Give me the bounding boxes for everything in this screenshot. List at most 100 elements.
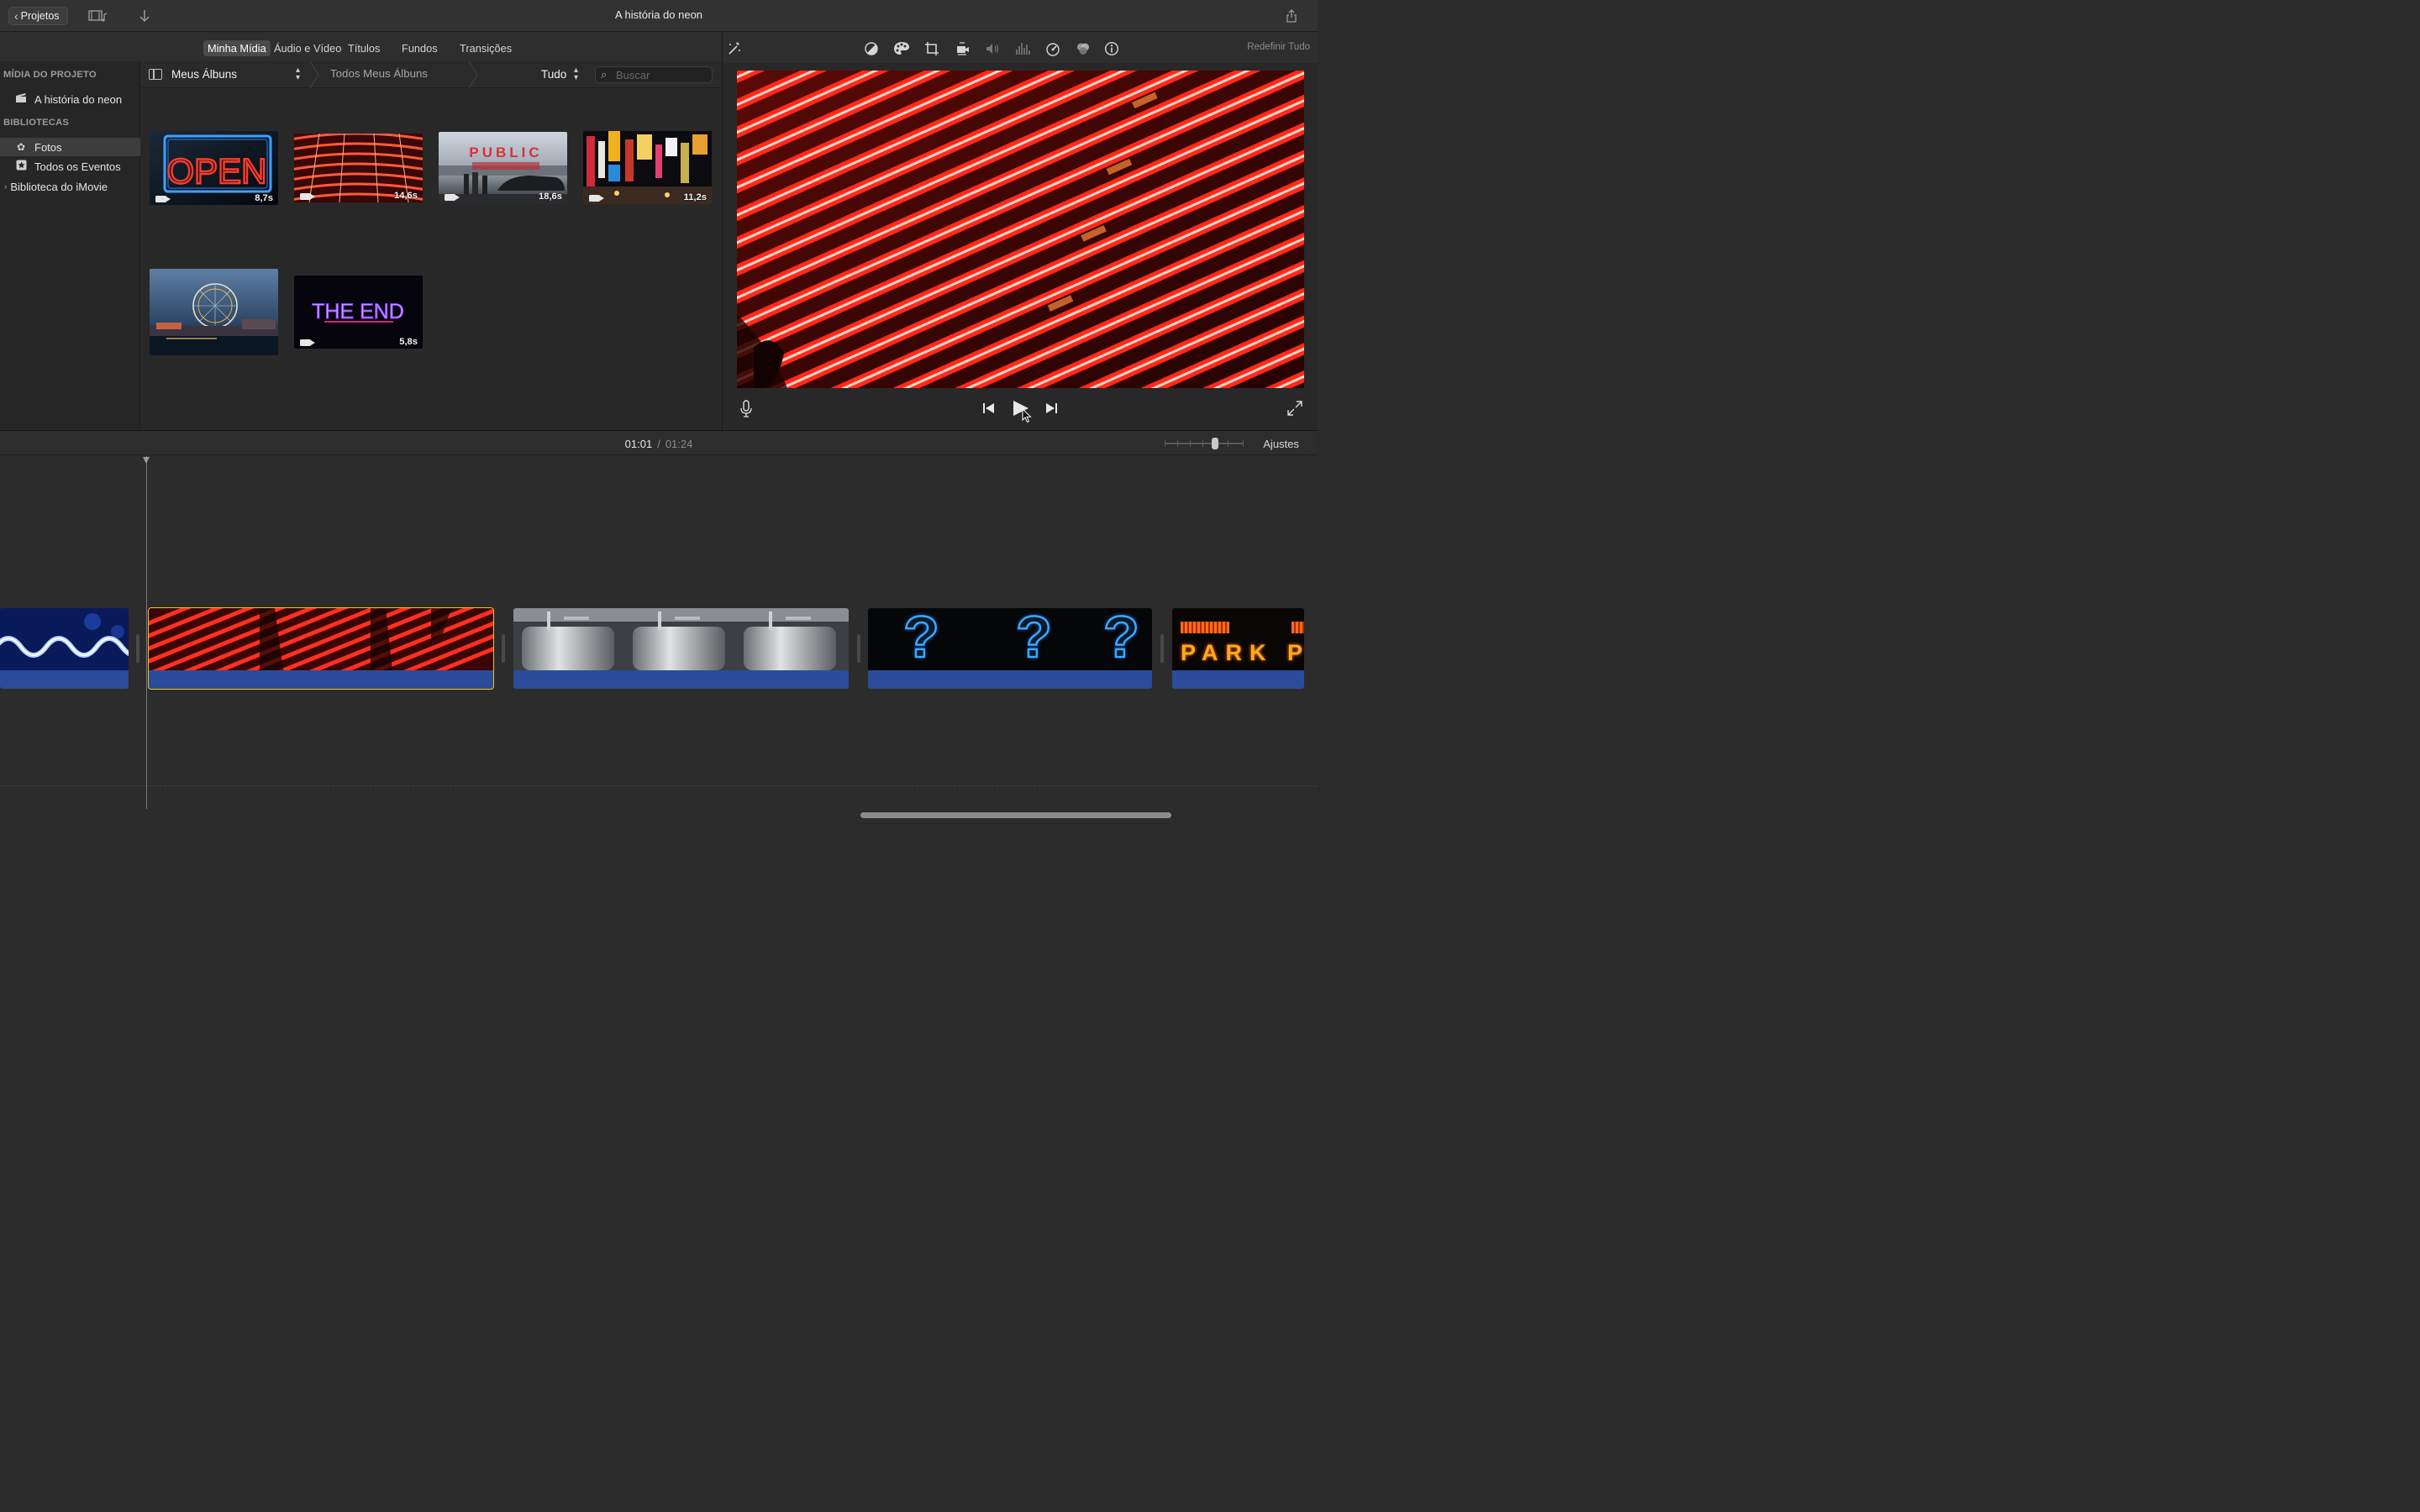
media-thumbnail-red-arcs[interactable]: 14,6s	[294, 134, 423, 202]
clip-duration: 14,6s	[394, 191, 418, 201]
clip-frames	[0, 608, 129, 670]
public-sign-text: PUBLIC	[469, 144, 542, 160]
reset-all-button[interactable]: Redefinir Tudo	[1247, 42, 1310, 52]
current-time: 01:01	[624, 438, 653, 450]
timeline-header: 01:01 / 01:24 Ajustes	[0, 430, 1318, 455]
album-selector[interactable]: Meus Álbuns	[171, 68, 237, 81]
timeline-clip-question-marks[interactable]: ? ? ?	[868, 608, 1152, 689]
timeline-clip-red-stripes[interactable]	[148, 607, 494, 690]
time-separator: /	[657, 438, 660, 450]
tab-audio-video[interactable]: Áudio e Vídeo	[270, 40, 345, 56]
transition-handle[interactable]	[1160, 634, 1164, 663]
zoom-tick	[1190, 440, 1191, 447]
star-event-icon	[14, 160, 28, 173]
browser-tabs: Minha Mídia Áudio e Vídeo Títulos Fundos…	[0, 33, 721, 61]
sidebar-toggle-icon[interactable]	[149, 69, 162, 80]
breadcrumb-separator-icon	[309, 61, 319, 88]
sidebar-item-photos[interactable]: ✿ Fotos	[0, 138, 140, 156]
timeline-zoom-slider[interactable]	[1165, 438, 1244, 449]
equalizer-icon[interactable]	[1013, 39, 1032, 58]
skip-forward-icon[interactable]	[1044, 402, 1058, 417]
speed-gauge-icon[interactable]	[1044, 39, 1062, 58]
crop-icon[interactable]	[923, 39, 941, 58]
open-sign-text: OPEN	[166, 151, 266, 191]
sidebar-item-label: A história do neon	[34, 92, 123, 106]
color-balance-icon[interactable]	[862, 39, 881, 58]
search-field[interactable]: ⌕	[595, 66, 713, 83]
search-input[interactable]	[616, 68, 708, 81]
browser-header: Meus Álbuns ▴ ▾ Todos Meus Álbuns Tudo ▴ ▾…	[141, 61, 721, 88]
park-sign-text: PARK P	[1181, 640, 1304, 665]
transition-handle[interactable]	[857, 634, 860, 663]
timecode-display: 01:01 / 01:24	[0, 438, 1318, 450]
video-camera-icon	[589, 195, 604, 202]
transition-handle[interactable]	[502, 634, 505, 663]
playhead[interactable]	[143, 456, 150, 809]
red-stripes-filmstrip	[149, 608, 493, 670]
volume-icon[interactable]	[983, 39, 1002, 58]
clip-frames: PARK P	[1172, 608, 1304, 670]
updown-chevron-icon[interactable]: ▴ ▾	[296, 66, 300, 82]
media-thumbnail-public-market[interactable]: PUBLIC 18,6s	[439, 132, 567, 203]
info-icon[interactable]	[1102, 39, 1121, 58]
tab-backgrounds[interactable]: Fundos	[397, 40, 442, 56]
tab-titles[interactable]: Títulos	[344, 40, 384, 56]
media-thumbnail-the-end[interactable]: THE END 5,8s	[294, 276, 423, 349]
mouse-pointer-icon	[1022, 408, 1032, 423]
clip-duration: 11,2s	[683, 192, 707, 202]
clip-frames: ? ? ?	[868, 608, 1152, 670]
magic-wand-icon[interactable]	[725, 39, 744, 58]
media-thumbnail-ferris-wheel[interactable]	[150, 269, 278, 355]
disclosure-triangle-icon[interactable]: ›	[4, 182, 7, 192]
tab-transitions[interactable]: Transições	[455, 40, 516, 56]
stabilization-camera-icon[interactable]	[953, 39, 971, 58]
breadcrumb-all-albums[interactable]: Todos Meus Álbuns	[330, 67, 428, 80]
sidebar-item-all-events[interactable]: Todos os Eventos	[0, 157, 140, 176]
metal-tanks-filmstrip	[513, 608, 849, 670]
window-title: A história do neon	[614, 8, 703, 21]
neon-question-mark: ?	[1015, 608, 1053, 670]
neon-bar	[1292, 622, 1304, 633]
share-icon[interactable]	[1281, 7, 1302, 25]
video-camera-icon	[300, 339, 315, 346]
library-sidebar: MÍDIA DO PROJETO A história do neon BIBL…	[0, 61, 140, 429]
zoom-knob[interactable]	[1212, 438, 1218, 449]
filter-selector[interactable]: Tudo	[541, 68, 566, 81]
sidebar-item-imovie-library[interactable]: › Biblioteca do iMovie	[0, 177, 140, 196]
libraries-heading: BIBLIOTECAS	[3, 118, 70, 128]
clip-audio-bar	[1172, 670, 1304, 689]
clip-audio-bar	[149, 670, 493, 689]
timeline[interactable]: ? ? ? PARK P	[0, 456, 1318, 823]
timeline-clip-blue-squiggle[interactable]	[0, 608, 129, 689]
timeline-scrollbar[interactable]	[860, 812, 1171, 818]
timeline-clip-metal-tanks[interactable]	[513, 608, 849, 689]
updown-chevron-icon[interactable]: ▴ ▾	[574, 66, 578, 82]
clip-audio-bar	[513, 670, 849, 689]
project-media-heading: MÍDIA DO PROJETO	[3, 70, 97, 80]
settings-button[interactable]: Ajustes	[1263, 438, 1299, 450]
blue-squiggle-art	[0, 608, 129, 670]
neon-bar	[1181, 622, 1229, 633]
timeline-clip-park-sign[interactable]: PARK P	[1172, 608, 1304, 689]
skip-back-icon[interactable]	[982, 402, 996, 417]
clapper-icon	[14, 92, 28, 106]
transition-handle[interactable]	[136, 634, 139, 663]
media-thumbnail-open[interactable]: OPEN 8,7s	[150, 131, 278, 205]
tab-my-media[interactable]: Minha Mídia	[203, 40, 271, 56]
neon-question-mark: ?	[902, 608, 940, 670]
color-palette-icon[interactable]	[892, 39, 911, 58]
ferris-wheel-art	[150, 269, 278, 355]
breadcrumb-separator-icon	[468, 61, 478, 88]
clip-duration: 18,6s	[539, 192, 562, 202]
viewer-panel: Redefinir Tudo	[722, 33, 1318, 429]
fullscreen-icon[interactable]	[1287, 401, 1302, 419]
sidebar-item-label: Todos os Eventos	[34, 160, 121, 173]
media-thumbnail-city-signs[interactable]: 11,2s	[583, 131, 712, 204]
video-camera-icon	[155, 196, 171, 202]
video-camera-icon	[300, 193, 315, 200]
sidebar-item-project[interactable]: A história do neon	[0, 90, 140, 108]
video-camera-icon	[445, 194, 460, 201]
zoom-tick	[1177, 440, 1178, 447]
clip-filter-icon[interactable]	[1074, 39, 1092, 58]
voiceover-microphone-icon[interactable]	[740, 400, 752, 422]
